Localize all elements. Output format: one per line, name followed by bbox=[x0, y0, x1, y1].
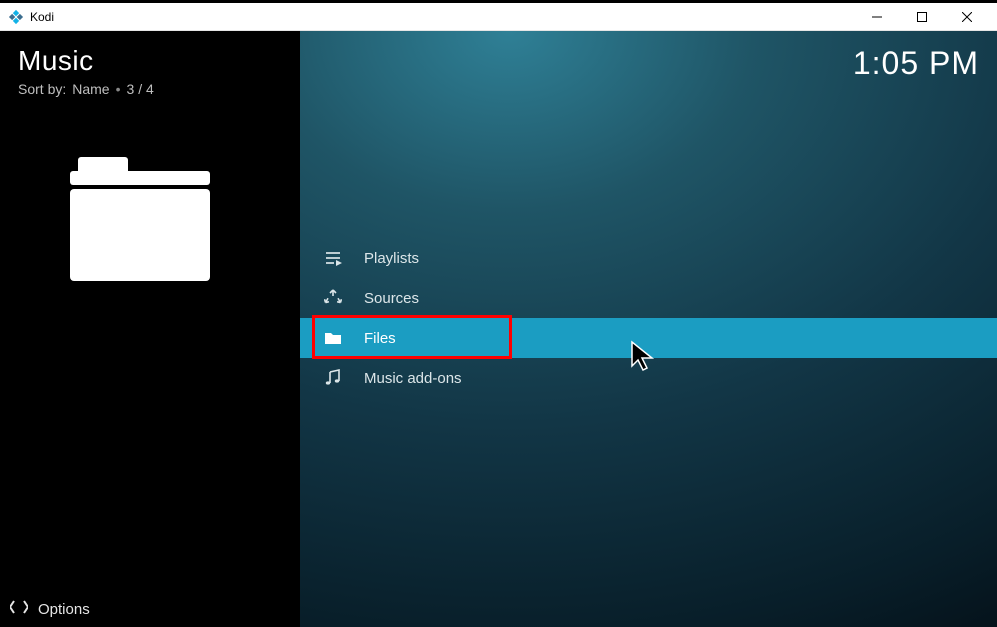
menu-item-label: Sources bbox=[364, 290, 419, 307]
main-content: 1:05 PM Playlists bbox=[300, 31, 997, 627]
sources-icon bbox=[324, 289, 342, 307]
kodi-logo-icon bbox=[8, 9, 24, 25]
app-body: Music Sort by: Name • 3 / 4 Options bbox=[0, 31, 997, 627]
options-bar[interactable]: Options bbox=[0, 591, 300, 627]
folder-icon bbox=[324, 329, 342, 347]
item-index: 3 / 4 bbox=[127, 81, 154, 97]
options-label: Options bbox=[38, 601, 90, 618]
sort-label: Sort by: bbox=[18, 81, 66, 97]
menu-item-playlists[interactable]: Playlists bbox=[300, 238, 997, 278]
separator-dot: • bbox=[116, 81, 121, 97]
window-title: Kodi bbox=[30, 10, 854, 24]
menu-item-label: Files bbox=[364, 330, 396, 347]
options-icon bbox=[10, 599, 28, 619]
window-controls bbox=[854, 3, 989, 31]
close-button[interactable] bbox=[944, 3, 989, 31]
sidebar: Music Sort by: Name • 3 / 4 Options bbox=[0, 31, 300, 627]
menu-item-sources[interactable]: Sources bbox=[300, 278, 997, 318]
menu-item-label: Music add-ons bbox=[364, 370, 462, 387]
minimize-button[interactable] bbox=[854, 3, 899, 31]
folder-preview-icon bbox=[70, 157, 300, 287]
maximize-button[interactable] bbox=[899, 3, 944, 31]
mouse-cursor-icon bbox=[630, 340, 658, 379]
window-titlebar: Kodi bbox=[0, 3, 997, 31]
menu-item-label: Playlists bbox=[364, 250, 419, 267]
playlist-icon bbox=[324, 249, 342, 267]
clock: 1:05 PM bbox=[853, 45, 979, 82]
sort-info[interactable]: Sort by: Name • 3 / 4 bbox=[18, 81, 300, 97]
sort-value: Name bbox=[72, 81, 109, 97]
page-title: Music bbox=[18, 45, 300, 77]
music-note-icon bbox=[324, 369, 342, 387]
